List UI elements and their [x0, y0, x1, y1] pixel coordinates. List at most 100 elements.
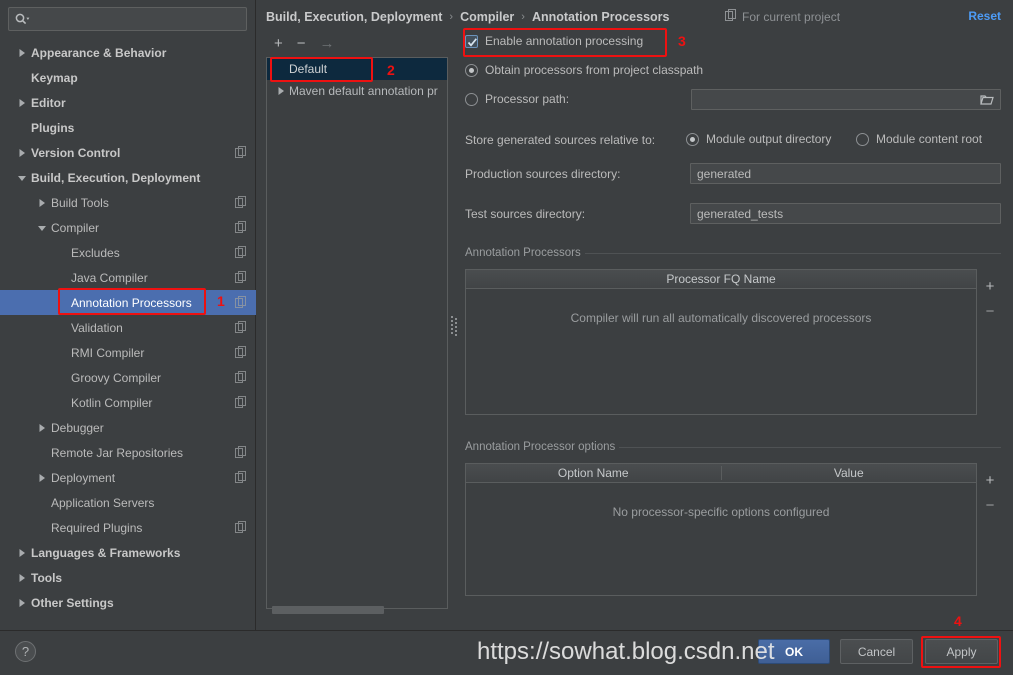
- copy-icon: [235, 471, 247, 483]
- breadcrumb-item-2: Annotation Processors: [531, 10, 670, 24]
- sidebar-item-label: Other Settings: [31, 595, 114, 610]
- sidebar-item-build-execution-deployment[interactable]: Build, Execution, Deployment: [0, 165, 256, 190]
- copy-icon: [235, 346, 247, 358]
- test-sources-row: Test sources directory:: [465, 207, 585, 221]
- processors-table[interactable]: Processor FQ Name Compiler will run all …: [465, 269, 977, 415]
- column-header-processor-fq-name[interactable]: Processor FQ Name: [466, 272, 976, 286]
- copy-icon: [235, 146, 247, 158]
- breadcrumb-item-1[interactable]: Compiler: [460, 10, 514, 24]
- processor-path-row[interactable]: Processor path:: [465, 92, 569, 106]
- check-icon: [467, 37, 477, 47]
- sidebar-item-version-control[interactable]: Version Control: [0, 140, 256, 165]
- chevron-right-icon[interactable]: [16, 572, 28, 584]
- module-content-root-row[interactable]: Module content root: [856, 132, 982, 146]
- options-section-rule: [619, 447, 1001, 448]
- sidebar-item-rmi-compiler[interactable]: RMI Compiler: [0, 340, 256, 365]
- search-icon: [14, 12, 30, 26]
- profile-list-item[interactable]: Maven default annotation pr: [267, 80, 447, 102]
- chevron-right-icon[interactable]: [16, 547, 28, 559]
- chevron-right-icon[interactable]: [16, 47, 28, 59]
- sidebar-item-label: Deployment: [51, 470, 116, 485]
- profiles-panel: + − → Default Maven default annotation pr: [266, 32, 448, 619]
- add-option-button[interactable]: +: [986, 473, 995, 488]
- enable-annotation-processing-row[interactable]: Enable annotation processing: [465, 34, 643, 48]
- sidebar-item-compiler[interactable]: Compiler: [0, 215, 256, 240]
- remove-processor-button[interactable]: −: [986, 304, 995, 319]
- annotation-number-3: 3: [678, 33, 686, 49]
- sidebar-item-label: Application Servers: [51, 495, 155, 510]
- sidebar-item-label: Groovy Compiler: [71, 370, 162, 385]
- copy-icon: [235, 446, 247, 458]
- sidebar-item-kotlin-compiler[interactable]: Kotlin Compiler: [0, 390, 256, 415]
- sidebar-item-build-tools[interactable]: Build Tools: [0, 190, 256, 215]
- obtain-from-classpath-radio[interactable]: [465, 63, 478, 77]
- chevron-right-icon[interactable]: [36, 197, 48, 209]
- sidebar-item-deployment[interactable]: Deployment: [0, 465, 256, 490]
- remove-profile-button[interactable]: −: [297, 36, 306, 51]
- chevron-down-icon[interactable]: [36, 222, 48, 234]
- processors-section-title: Annotation Processors: [465, 247, 587, 259]
- footer-divider: [256, 630, 1013, 631]
- add-processor-button[interactable]: +: [986, 279, 995, 294]
- sidebar-item-java-compiler[interactable]: Java Compiler: [0, 265, 256, 290]
- breadcrumb-item-0[interactable]: Build, Execution, Deployment: [266, 10, 442, 24]
- sidebar-item-keymap[interactable]: Keymap: [0, 65, 256, 90]
- sidebar-item-required-plugins[interactable]: Required Plugins: [0, 515, 256, 540]
- sidebar-item-debugger[interactable]: Debugger: [0, 415, 256, 440]
- help-button[interactable]: ?: [15, 641, 36, 662]
- remove-option-button[interactable]: −: [986, 498, 995, 513]
- column-header-option-name[interactable]: Option Name: [466, 466, 721, 480]
- sidebar-item-plugins[interactable]: Plugins: [0, 115, 256, 140]
- sidebar-item-label: Required Plugins: [51, 520, 143, 535]
- production-sources-input[interactable]: generated: [690, 163, 1001, 184]
- processor-path-label: Processor path:: [485, 92, 570, 106]
- search-input-field[interactable]: [30, 11, 246, 27]
- options-empty-text: No processor-specific options configured: [612, 505, 830, 519]
- add-profile-button[interactable]: +: [274, 36, 283, 51]
- sidebar-item-other-settings[interactable]: Other Settings: [0, 590, 256, 615]
- chevron-right-icon[interactable]: [275, 85, 287, 97]
- test-sources-input[interactable]: generated_tests: [690, 203, 1001, 224]
- sidebar-item-remote-jar-repositories[interactable]: Remote Jar Repositories: [0, 440, 256, 465]
- sidebar-item-validation[interactable]: Validation: [0, 315, 256, 340]
- obtain-from-classpath-row[interactable]: Obtain processors from project classpath: [465, 63, 703, 77]
- reset-link[interactable]: Reset: [968, 9, 1001, 23]
- sidebar-item-application-servers[interactable]: Application Servers: [0, 490, 256, 515]
- options-table-header: Option Name Value: [466, 464, 976, 483]
- sidebar-divider: [0, 630, 256, 631]
- chevron-right-icon[interactable]: [36, 472, 48, 484]
- sidebar-item-languages-frameworks[interactable]: Languages & Frameworks: [0, 540, 256, 565]
- move-profile-button[interactable]: →: [320, 36, 335, 51]
- sidebar-item-editor[interactable]: Editor: [0, 90, 256, 115]
- profile-list-item[interactable]: Default: [267, 58, 447, 80]
- sidebar-item-tools[interactable]: Tools: [0, 565, 256, 590]
- profiles-hscrollbar-thumb[interactable]: [272, 606, 384, 614]
- cancel-button[interactable]: Cancel: [840, 639, 913, 664]
- profile-list-item-label: Maven default annotation pr: [289, 84, 438, 98]
- module-output-directory-radio[interactable]: [686, 132, 699, 146]
- chevron-down-icon[interactable]: [16, 172, 28, 184]
- chevron-right-icon[interactable]: [16, 147, 28, 159]
- column-header-value[interactable]: Value: [720, 466, 977, 480]
- processor-path-radio[interactable]: [465, 92, 478, 106]
- search-input[interactable]: [8, 7, 247, 31]
- module-output-dir-row[interactable]: Module output directory: [686, 132, 831, 146]
- annotation-number-1: 1: [217, 293, 225, 309]
- chevron-right-icon[interactable]: [16, 97, 28, 109]
- chevron-right-icon[interactable]: [16, 597, 28, 609]
- copy-icon: [235, 221, 247, 233]
- options-table[interactable]: Option Name Value No processor-specific …: [465, 463, 977, 596]
- sidebar-item-label: Keymap: [31, 70, 78, 85]
- sidebar-item-excludes[interactable]: Excludes: [0, 240, 256, 265]
- enable-annotation-processing-checkbox[interactable]: [465, 34, 478, 48]
- module-content-root-radio[interactable]: [856, 132, 869, 146]
- sidebar-item-appearance-behavior[interactable]: Appearance & Behavior: [0, 40, 256, 65]
- folder-browse-icon[interactable]: [980, 94, 994, 106]
- sidebar-item-groovy-compiler[interactable]: Groovy Compiler: [0, 365, 256, 390]
- breadcrumb-separator: ›: [449, 11, 454, 23]
- chevron-right-icon[interactable]: [36, 422, 48, 434]
- production-sources-row: Production sources directory:: [465, 167, 620, 181]
- sidebar-item-label: Editor: [31, 95, 66, 110]
- apply-button[interactable]: Apply: [925, 639, 998, 664]
- processor-path-input[interactable]: [691, 89, 1001, 110]
